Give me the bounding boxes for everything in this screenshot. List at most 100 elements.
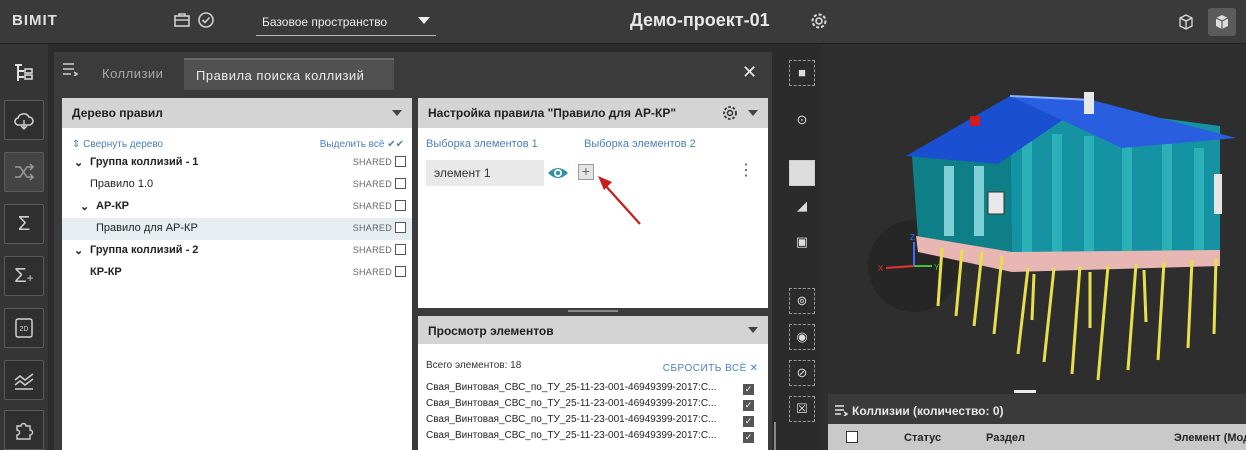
tree-row-label: КР-КР xyxy=(90,266,122,278)
sort-icon: ⇕ xyxy=(72,139,84,150)
tree-row-checkbox[interactable] xyxy=(395,222,406,233)
puzzle-icon[interactable] xyxy=(4,410,44,450)
more-vertical-icon[interactable]: ⋮ xyxy=(738,160,754,180)
tree-row[interactable]: ⌄ Группа коллизий - 2 SHARED xyxy=(62,240,412,262)
tree-row-checkbox[interactable] xyxy=(395,156,406,167)
2d-icon[interactable]: 2D xyxy=(4,308,44,348)
show-icon[interactable]: ◉ xyxy=(789,324,815,350)
chevron-down-icon[interactable] xyxy=(748,110,758,116)
fit-view-icon[interactable]: ■ xyxy=(789,60,815,86)
rule-tree-header[interactable]: Дерево правил xyxy=(62,98,412,128)
element-row-checkbox[interactable]: ✓ xyxy=(743,432,754,443)
top-bar: BIMIT Базовое пространство Демо-проект-0… xyxy=(0,0,1246,44)
element-row[interactable]: Свая_Винтовая_СВС_по_ТУ_25-11-23-001-469… xyxy=(426,382,762,398)
cube-section-icon[interactable]: ▣ xyxy=(789,230,815,256)
section-plane-icon[interactable] xyxy=(789,160,815,186)
sigma-plus-icon[interactable]: Σ+ xyxy=(4,256,44,296)
shared-label: SHARED xyxy=(352,267,392,277)
space-select[interactable]: Базовое пространство xyxy=(256,10,436,36)
chevron-down-icon[interactable] xyxy=(748,327,758,333)
elements-view-header: Просмотр элементов xyxy=(418,316,768,344)
sigma-icon[interactable]: Σ xyxy=(4,204,44,244)
tree-row-checkbox[interactable] xyxy=(395,266,406,277)
column-status[interactable]: Статус xyxy=(904,432,941,444)
collapse-chevron-icon[interactable]: ⌄ xyxy=(74,244,83,257)
element-row[interactable]: Свая_Винтовая_СВС_по_ТУ_25-11-23-001-469… xyxy=(426,430,762,444)
select-all-label: Выделить всё xyxy=(319,139,385,150)
collisions-title: Коллизии (количество: 0) xyxy=(852,404,1004,418)
select-all-link[interactable]: Выделить всё ✔✔ xyxy=(320,136,404,150)
element-row-checkbox[interactable]: ✓ xyxy=(743,400,754,411)
collisions-panel: Коллизии (количество: 0) Статус Раздел Э… xyxy=(828,390,1246,450)
close-icon[interactable]: ✕ xyxy=(742,62,757,83)
collisions-table-header: Статус Раздел Элемент (Моде xyxy=(828,424,1246,450)
panel-menu-icon[interactable] xyxy=(62,62,79,81)
element-chip[interactable]: элемент 1 xyxy=(426,160,544,186)
app-logo[interactable]: BIMIT xyxy=(12,12,58,29)
tree-row-checkbox[interactable] xyxy=(395,200,406,211)
tab-selection-2[interactable]: Выборка элементов 2 xyxy=(584,138,696,150)
tree-row[interactable]: КР-КР SHARED xyxy=(62,262,412,284)
section-box-icon[interactable]: ◢ xyxy=(789,194,815,220)
tree-row-selected[interactable]: Правило для АР-КР SHARED xyxy=(62,218,412,240)
select-all-checkbox[interactable] xyxy=(846,431,858,443)
tree-row-label: Группа коллизий - 1 xyxy=(90,156,199,168)
tab-collision-rules[interactable]: Правила поиска коллизий xyxy=(184,58,394,90)
target-icon[interactable]: ⊙ xyxy=(789,108,815,134)
reset-all-label: СБРОСИТЬ ВСЁ xyxy=(662,363,747,374)
tree-row[interactable]: ⌄ Группа коллизий - 1 SHARED xyxy=(62,152,412,174)
tree-row-checkbox[interactable] xyxy=(395,244,406,255)
hide-icon[interactable]: ⊘ xyxy=(789,360,815,386)
double-check-icon: ✔✔ xyxy=(384,139,404,150)
element-row[interactable]: Свая_Винтовая_СВС_по_ТУ_25-11-23-001-469… xyxy=(426,414,762,430)
clear-selection-icon[interactable]: ☒ xyxy=(789,396,815,422)
eye-icon[interactable] xyxy=(546,162,570,184)
collapse-chevron-icon[interactable]: ⌄ xyxy=(74,156,83,169)
shared-label: SHARED xyxy=(352,179,392,189)
splitter-handle[interactable] xyxy=(568,310,618,312)
tree-row[interactable]: Правило 1.0 SHARED xyxy=(62,174,412,196)
panel-menu-icon[interactable] xyxy=(834,404,849,419)
gear-icon[interactable] xyxy=(722,105,738,124)
collapse-tree-link[interactable]: ⇕ Свернуть дерево xyxy=(72,136,163,150)
svg-text:2D: 2D xyxy=(20,326,29,333)
tab-collisions[interactable]: Коллизии xyxy=(94,58,171,88)
add-element-button[interactable]: + xyxy=(578,164,594,180)
isolate-icon[interactable]: ⊚ xyxy=(789,288,815,314)
column-element[interactable]: Элемент (Моде xyxy=(1174,432,1246,444)
cloud-icon[interactable] xyxy=(4,100,44,140)
collapse-chevron-icon[interactable]: ⌄ xyxy=(80,200,89,213)
rule-settings-card: Настройка правила "Правило для АР-КР" Вы… xyxy=(418,98,768,308)
reset-all-link[interactable]: СБРОСИТЬ ВСЁ ✕ xyxy=(663,360,758,374)
chart-icon[interactable] xyxy=(4,360,44,400)
tab-selection-1[interactable]: Выборка элементов 1 xyxy=(426,138,538,150)
collapse-tree-label: Свернуть дерево xyxy=(83,139,164,150)
shared-label: SHARED xyxy=(352,245,392,255)
tree-row-checkbox[interactable] xyxy=(395,178,406,189)
briefcase-icon[interactable] xyxy=(172,11,192,31)
element-row-checkbox[interactable]: ✓ xyxy=(743,416,754,427)
tree-icon[interactable] xyxy=(4,54,44,94)
chevron-down-icon xyxy=(418,17,430,24)
check-circle-icon[interactable] xyxy=(196,11,216,31)
tree-row[interactable]: ⌄ АР-КР SHARED xyxy=(62,196,412,218)
shared-label: SHARED xyxy=(352,157,392,167)
tree-row-label: Группа коллизий - 2 xyxy=(90,244,199,256)
element-row-label: Свая_Винтовая_СВС_по_ТУ_25-11-23-001-469… xyxy=(426,398,717,409)
svg-text:X: X xyxy=(878,264,884,273)
rule-settings-header: Настройка правила "Правило для АР-КР" xyxy=(418,98,768,128)
element-row-label: Свая_Винтовая_СВС_по_ТУ_25-11-23-001-469… xyxy=(426,414,717,425)
solid-view-icon[interactable] xyxy=(1208,8,1236,36)
column-section[interactable]: Раздел xyxy=(986,432,1025,444)
panel-resize-handle[interactable] xyxy=(1014,390,1036,393)
tree-row-label: АР-КР xyxy=(96,200,129,212)
scrollbar[interactable] xyxy=(774,422,776,450)
element-row-checkbox[interactable]: ✓ xyxy=(743,384,754,395)
gear-icon[interactable] xyxy=(810,12,828,33)
rules-panel: Коллизии Правила поиска коллизий ✕ Дерев… xyxy=(54,52,776,450)
shuffle-icon[interactable] xyxy=(4,152,44,192)
panel-header: Коллизии Правила поиска коллизий ✕ xyxy=(54,52,772,90)
3d-view-icon[interactable] xyxy=(1172,8,1200,36)
chevron-down-icon[interactable] xyxy=(392,110,402,116)
element-row[interactable]: Свая_Винтовая_СВС_по_ТУ_25-11-23-001-469… xyxy=(426,398,762,414)
